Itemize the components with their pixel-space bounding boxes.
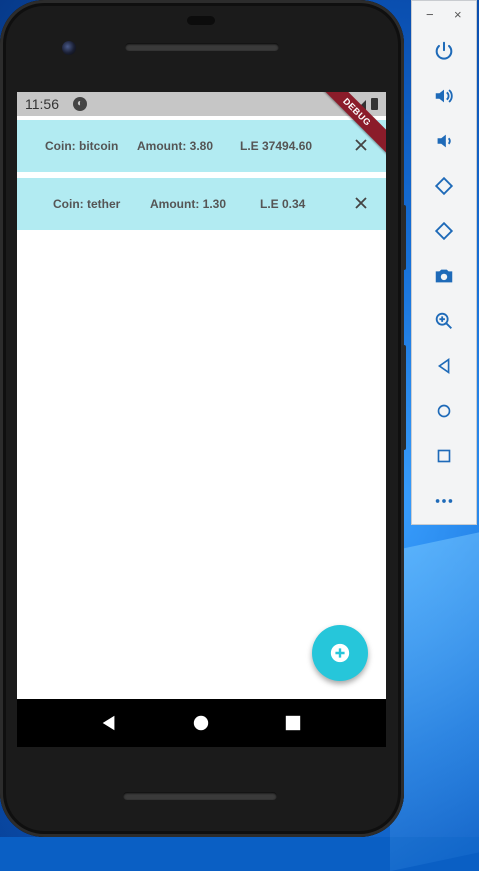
coin-name: Coin: tether: [53, 197, 121, 211]
status-time: 11:56: [25, 96, 59, 112]
phone-frame: 11:56 ◐ DEBUG Coin: bitcoin Amount: 3.80…: [0, 0, 406, 837]
battery-icon: [371, 98, 378, 110]
rotate-left-icon[interactable]: [430, 172, 458, 200]
emulator-toolbar: − ×: [411, 0, 477, 525]
back-icon[interactable]: [99, 713, 119, 733]
close-window-button[interactable]: ×: [454, 7, 462, 23]
front-camera: [62, 41, 76, 55]
add-circle-icon: [330, 643, 350, 663]
coin-list: Coin: bitcoin Amount: 3.80 L.E 37494.60 …: [17, 116, 386, 230]
volume-rocker: [402, 205, 406, 270]
overview-icon[interactable]: [430, 442, 458, 470]
top-speaker: [125, 43, 279, 51]
delete-icon[interactable]: [350, 134, 372, 156]
notification-icon: ◐: [73, 97, 87, 111]
bottom-speaker: [123, 792, 277, 800]
app-screen: 11:56 ◐ DEBUG Coin: bitcoin Amount: 3.80…: [17, 92, 386, 699]
coin-name: Coin: bitcoin: [45, 139, 119, 153]
more-icon[interactable]: [430, 487, 458, 515]
coin-amount: Amount: 3.80: [137, 139, 214, 153]
back-icon[interactable]: [430, 352, 458, 380]
camera-icon[interactable]: [430, 262, 458, 290]
volume-down-icon[interactable]: [430, 127, 458, 155]
rotate-right-icon[interactable]: [430, 217, 458, 245]
coin-value: L.E 0.34: [260, 197, 306, 211]
add-coin-button[interactable]: [312, 625, 368, 681]
power-icon[interactable]: [430, 37, 458, 65]
coin-value: L.E 37494.60: [240, 139, 313, 153]
navigation-bar: [17, 699, 386, 747]
recents-icon[interactable]: [283, 713, 303, 733]
volume-up-icon[interactable]: [430, 82, 458, 110]
notch-slot: [187, 16, 215, 25]
zoom-icon[interactable]: [430, 307, 458, 335]
delete-icon[interactable]: [350, 192, 372, 214]
home-icon[interactable]: [191, 713, 211, 733]
home-icon[interactable]: [430, 397, 458, 425]
side-button: [402, 345, 406, 450]
coin-amount: Amount: 1.30: [150, 197, 227, 211]
minimize-button[interactable]: −: [426, 7, 434, 23]
list-item[interactable]: Coin: tether Amount: 1.30 L.E 0.34: [17, 178, 386, 230]
list-item[interactable]: Coin: bitcoin Amount: 3.80 L.E 37494.60: [17, 120, 386, 172]
